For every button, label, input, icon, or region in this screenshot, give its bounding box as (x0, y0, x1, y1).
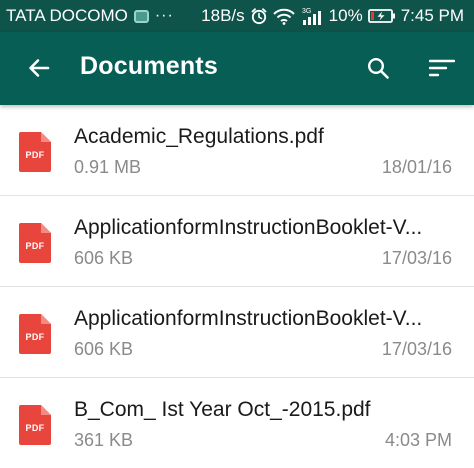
document-list: PDF Academic_Regulations.pdf 0.91 MB 18/… (0, 105, 474, 468)
wifi-icon (272, 8, 295, 25)
file-date: 18/01/16 (381, 157, 452, 177)
notification-icon (133, 9, 149, 23)
pdf-file-icon: PDF (19, 405, 51, 445)
document-row[interactable]: PDF Academic_Regulations.pdf 0.91 MB 18/… (0, 105, 474, 196)
file-name: B_Com_ Ist Year Oct_-2015.pdf (74, 398, 371, 421)
network-speed: 18B/s (201, 6, 245, 25)
pdf-file-icon: PDF (19, 132, 51, 172)
file-name: Academic_Regulations.pdf (74, 125, 324, 148)
app-bar: Documents (0, 32, 474, 105)
document-row[interactable]: PDF ApplicationformInstructionBooklet-V.… (0, 196, 474, 287)
search-icon (367, 57, 389, 79)
pdf-icon-label: PDF (25, 241, 45, 251)
pdf-icon-label: PDF (25, 332, 45, 342)
file-date: 17/03/16 (381, 339, 452, 359)
status-bar: TATA DOCOMO ··· 18B/s 3G 10% 7:45 PM (0, 0, 474, 32)
document-row[interactable]: PDF B_Com_ Ist Year Oct_-2015.pdf 361 KB… (0, 378, 474, 468)
alarm-icon (251, 8, 267, 25)
arrow-back-icon (29, 59, 50, 77)
network-type: 3G (302, 8, 311, 15)
file-size: 361 KB (74, 430, 134, 450)
file-size: 606 KB (74, 339, 134, 359)
search-button[interactable] (356, 46, 400, 90)
more-notifications: ··· (154, 7, 174, 24)
file-size: 606 KB (74, 248, 134, 268)
status-right: 18B/s 3G 10% 7:45 PM (201, 6, 464, 26)
carrier-label: TATA DOCOMO (6, 6, 128, 25)
pdf-icon-label: PDF (25, 150, 45, 160)
clock: 7:45 PM (400, 6, 464, 25)
status-left: TATA DOCOMO ··· (6, 6, 174, 26)
pdf-file-icon: PDF (19, 314, 51, 354)
file-date: 17/03/16 (381, 248, 452, 268)
back-button[interactable] (17, 46, 61, 90)
file-size: 0.91 MB (74, 157, 142, 177)
file-name: ApplicationformInstructionBooklet-V... (74, 216, 423, 239)
cellular-signal-icon: 3G (302, 8, 321, 25)
battery-percent: 10% (328, 6, 363, 25)
pdf-icon-label: PDF (25, 423, 45, 433)
file-name: ApplicationformInstructionBooklet-V... (74, 307, 423, 330)
battery-charging-icon (367, 9, 395, 23)
sort-icon (429, 59, 455, 77)
page-title: Documents (80, 52, 218, 80)
sort-button[interactable] (420, 46, 464, 90)
pdf-file-icon: PDF (19, 223, 51, 263)
document-row[interactable]: PDF ApplicationformInstructionBooklet-V.… (0, 287, 474, 378)
file-date: 4:03 PM (384, 430, 452, 450)
